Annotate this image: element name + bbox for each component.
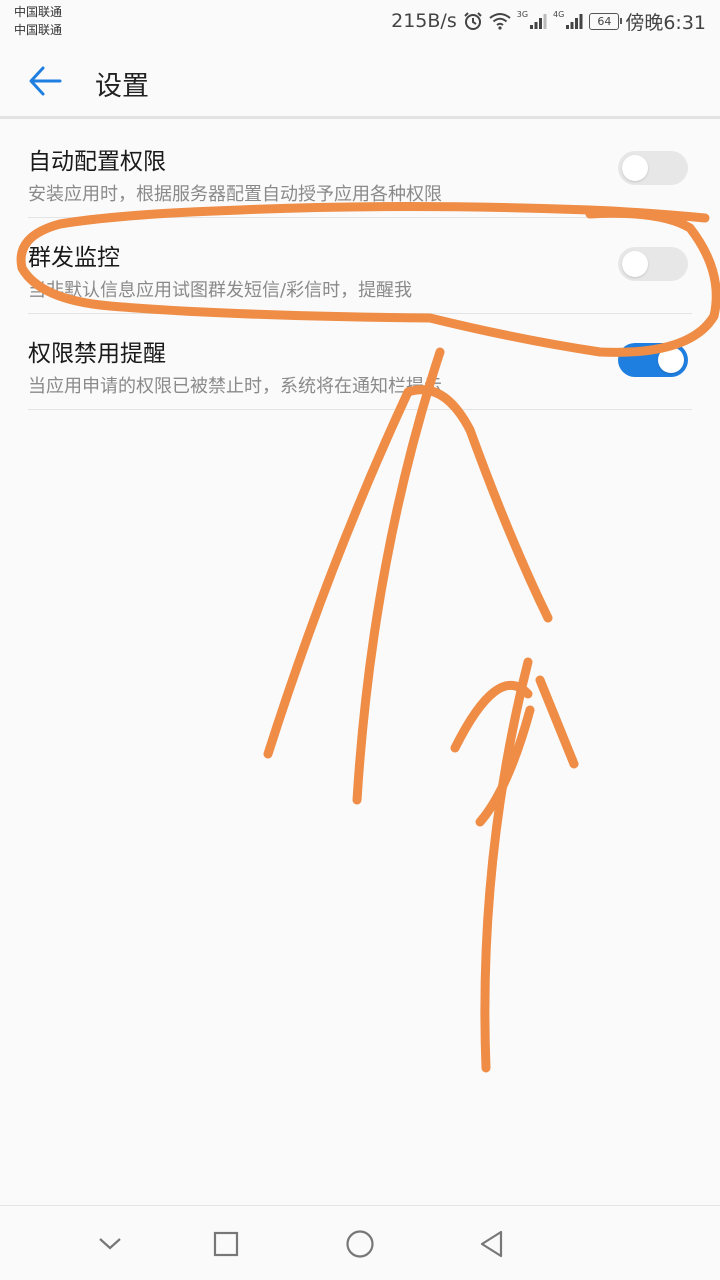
page-title: 设置 bbox=[95, 71, 149, 102]
annotation-arrow-3-head bbox=[450, 675, 579, 827]
hide-nav-button[interactable] bbox=[90, 1224, 130, 1264]
back-nav-button[interactable] bbox=[472, 1224, 512, 1264]
status-right: 215B/s 3G 4G 64 傍晚6:31 bbox=[391, 8, 706, 34]
annotation-arrow-2 bbox=[352, 347, 445, 805]
setting-mass-message-monitor[interactable]: 群发监控 当非默认信息应用试图群发短信/彩信时，提醒我 bbox=[28, 218, 692, 314]
list-divider bbox=[28, 409, 692, 410]
battery-icon: 64 bbox=[589, 12, 623, 30]
home-icon bbox=[346, 1230, 374, 1258]
auto-permission-toggle[interactable] bbox=[618, 151, 688, 185]
annotation-arrow-3 bbox=[480, 657, 533, 1073]
chevron-down-icon bbox=[99, 1238, 121, 1250]
net-speed: 215B/s bbox=[391, 10, 457, 32]
signal-4g-icon: 4G bbox=[553, 9, 583, 30]
setting-subtitle: 当非默认信息应用试图群发短信/彩信时，提醒我 bbox=[28, 280, 413, 301]
net-3g-label: 3G bbox=[516, 9, 529, 19]
permission-alert-toggle[interactable] bbox=[618, 343, 688, 377]
clock: 傍晚6:31 bbox=[625, 11, 706, 34]
setting-title: 群发监控 bbox=[28, 245, 120, 271]
header-divider bbox=[0, 116, 720, 119]
toggle-knob bbox=[622, 251, 648, 277]
back-button[interactable] bbox=[26, 64, 66, 98]
signal-3g-icon: 3G bbox=[516, 9, 547, 30]
setting-auto-permission[interactable]: 自动配置权限 安装应用时，根据服务器配置自动授予应用各种权限 bbox=[28, 122, 692, 218]
system-navbar bbox=[0, 1205, 720, 1280]
home-button[interactable] bbox=[340, 1224, 380, 1264]
recent-apps-icon bbox=[213, 1231, 239, 1257]
annotation-arrow-1 bbox=[263, 385, 553, 759]
wifi-icon bbox=[489, 12, 511, 30]
setting-permission-disabled-alert[interactable]: 权限禁用提醒 当应用申请的权限已被禁止时，系统将在通知栏提示 bbox=[28, 314, 692, 410]
net-4g-label: 4G bbox=[553, 9, 565, 19]
toggle-knob bbox=[658, 347, 684, 373]
setting-subtitle: 安装应用时，根据服务器配置自动授予应用各种权限 bbox=[28, 184, 442, 205]
app-header: 设置 bbox=[0, 44, 720, 116]
carrier-1: 中国联通 bbox=[14, 5, 63, 19]
recent-apps-button[interactable] bbox=[206, 1224, 246, 1264]
back-triangle-icon bbox=[480, 1230, 503, 1258]
battery-level: 64 bbox=[597, 14, 612, 28]
setting-title: 权限禁用提醒 bbox=[28, 341, 166, 367]
setting-title: 自动配置权限 bbox=[28, 149, 166, 175]
status-bar: 中国联通 中国联通 215B/s 3G 4G 64 傍晚6:31 bbox=[0, 0, 720, 44]
toggle-knob bbox=[622, 155, 648, 181]
mass-message-toggle[interactable] bbox=[618, 247, 688, 281]
carrier-2: 中国联通 bbox=[14, 23, 63, 37]
setting-subtitle: 当应用申请的权限已被禁止时，系统将在通知栏提示 bbox=[28, 376, 442, 397]
alarm-icon bbox=[463, 11, 483, 31]
arrow-left-icon bbox=[29, 66, 62, 96]
